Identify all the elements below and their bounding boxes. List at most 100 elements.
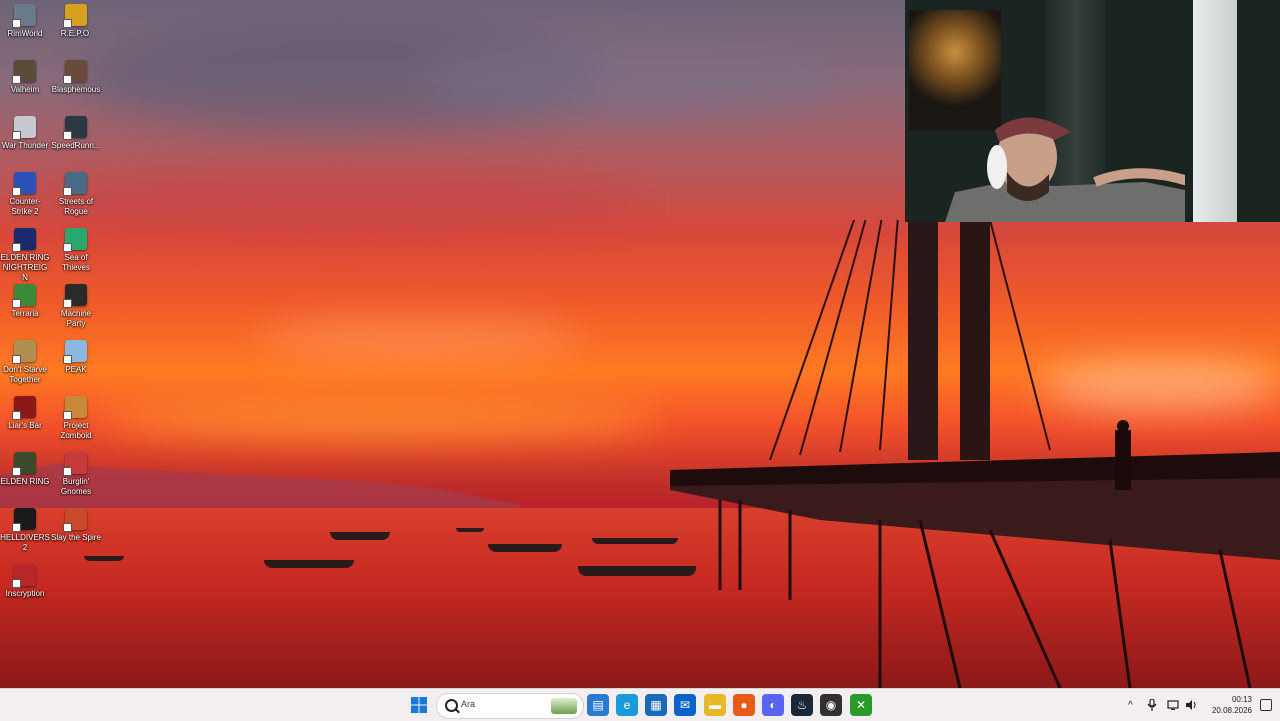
edge-browser-icon: e [623,698,631,712]
app-icon [12,60,36,84]
desktop-shortcut-label: ELDEN RING [0,477,50,486]
desktop-shortcut-blasphemous[interactable]: Blasphemous [51,56,101,112]
desktop-shortcut-label: Don't Starve Together [3,365,47,384]
outlook-app[interactable]: ✉ [674,694,696,716]
app-icon [12,172,36,196]
boat [330,532,390,540]
desktop-shortcut-label: SpeedRunn... [51,141,101,150]
desktop-shortcut-rimworld[interactable]: RimWorld [0,0,50,56]
clock-date: 20.08.2026 [1211,706,1252,715]
discord-icon: ◐ [769,698,777,712]
desktop-shortcut-machine-party[interactable]: Machine Party [51,280,101,336]
desktop-shortcut-label: Blasphemous [51,85,101,94]
app-icon [12,452,36,476]
desktop-shortcut-label: Sea of Thieves [61,253,90,272]
news-widget-app[interactable]: ▤ [587,694,609,716]
clock[interactable]: 00:13 20.08.2026 [1212,694,1252,716]
desktop-shortcut-don-t-starve-together[interactable]: Don't Starve Together [0,336,50,392]
door [1193,0,1237,222]
desktop-shortcut-label: R.E.P.O. [60,29,92,38]
desktop-shortcut-label: Burglin' Gnomes [60,477,92,496]
app-icon [63,60,87,84]
desktop-shortcut-elden-ring-nightreign[interactable]: ELDEN RING NIGHTREIGN [0,224,50,282]
outlook-icon: ✉ [679,698,691,712]
app-icon [12,284,36,308]
pier-silhouette [670,220,1280,688]
app-icon [63,228,87,252]
edge-browser-app[interactable]: e [616,694,638,716]
app-icon [12,340,36,364]
app-icon [63,396,87,420]
desktop-shortcut-valheim[interactable]: Valheim [0,56,50,112]
firefox-icon: ● [740,698,748,712]
boat [264,560,354,568]
desktop-shortcut-label: ELDEN RING NIGHTREIGN [0,253,50,282]
desktop-shortcut-speedrunn[interactable]: SpeedRunn... [51,112,101,168]
desktop-shortcut-counter-strike-2[interactable]: Counter-Strike 2 [0,168,50,224]
taskbar: Ara ▤ e ▦ ✉ ▬ ● ◐ ♨ ◉ ✕ ^ 00:13 20.08.2026 [0,688,1280,721]
app-icon [63,452,87,476]
news-widget-icon: ▤ [592,698,604,712]
obs-icon: ◉ [825,698,837,712]
desktop-shortcut-r-e-p-o[interactable]: R.E.P.O. [51,0,101,56]
discord-app[interactable]: ◐ [762,694,784,716]
desktop-shortcut-label: Valheim [10,85,40,94]
desktop-shortcut-label: Machine Party [60,309,92,328]
desktop-shortcut-burglin-gnomes[interactable]: Burglin' Gnomes [51,448,101,504]
microphone-icon[interactable] [1147,699,1157,711]
desktop-shortcut-helldivers-2[interactable]: HELLDIVERS 2 [0,504,50,560]
desktop-shortcut-project-zomboid[interactable]: Project Zomboid [51,392,101,448]
desktop-shortcut-label: Liar's Bar [8,421,42,430]
clock-time: 00:13 [1231,695,1252,704]
app-icon [12,396,36,420]
app-icon [63,172,87,196]
search-placeholder: Ara [461,699,476,709]
desktop-shortcut-slay-the-spire[interactable]: Slay the Spire [51,504,101,560]
file-explorer-icon: ▬ [709,698,721,712]
windows-logo-icon [411,697,427,713]
app-icon [12,4,36,28]
app-icon [63,4,87,28]
desktop-shortcut-label: Project Zomboid [60,421,92,440]
steam-app[interactable]: ♨ [791,694,813,716]
firefox-app[interactable]: ● [733,694,755,716]
system-tray: ^ [1128,689,1197,721]
boat [488,544,562,552]
desktop-shortcut-war-thunder[interactable]: War Thunder [0,112,50,168]
microsoft-store-icon: ▦ [650,698,662,712]
desktop-shortcut-peak[interactable]: PEAK [51,336,101,392]
desktop-shortcut-label: Slay the Spire [51,533,101,542]
search-highlight-art [551,698,577,714]
desktop-shortcut-terraria[interactable]: Terraria [0,280,50,336]
notification-icon[interactable] [1260,699,1272,711]
desktop-shortcut-label: Terraria [11,309,39,318]
start-button[interactable] [408,694,430,716]
desktop-shortcut-label: HELLDIVERS 2 [0,533,50,552]
app-icon [12,564,36,588]
search-icon [445,699,458,712]
obs-app[interactable]: ◉ [820,694,842,716]
microsoft-store-app[interactable]: ▦ [645,694,667,716]
desktop-shortcut-elden-ring[interactable]: ELDEN RING [0,448,50,504]
search-box[interactable]: Ara [436,693,584,719]
volume-icon[interactable] [1185,700,1197,710]
app-icon [63,340,87,364]
network-icon[interactable] [1167,700,1179,710]
desktop-shortcut-label: Inscryption [5,589,45,598]
desktop-shortcut-sea-of-thieves[interactable]: Sea of Thieves [51,224,101,280]
app-icon [12,116,36,140]
xbox-app[interactable]: ✕ [850,694,872,716]
app-icon [63,284,87,308]
streamer-figure [945,117,1185,222]
app-icon [63,508,87,532]
xbox-icon: ✕ [855,698,867,712]
steam-icon: ♨ [796,698,808,712]
boat [456,528,484,532]
file-explorer-app[interactable]: ▬ [704,694,726,716]
show-hidden-icons-chevron-icon[interactable]: ^ [1128,700,1133,711]
desktop-shortcut-liar-s-bar[interactable]: Liar's Bar [0,392,50,448]
desktop-shortcut-streets-of-rogue[interactable]: Streets of Rogue [51,168,101,224]
desktop-shortcut-label: RimWorld [7,29,43,38]
desktop-icon-grid: RimWorld R.E.P.O. Valheim Blasphemous War Th… [0,0,104,688]
desktop-shortcut-inscryption[interactable]: Inscryption [0,560,50,616]
